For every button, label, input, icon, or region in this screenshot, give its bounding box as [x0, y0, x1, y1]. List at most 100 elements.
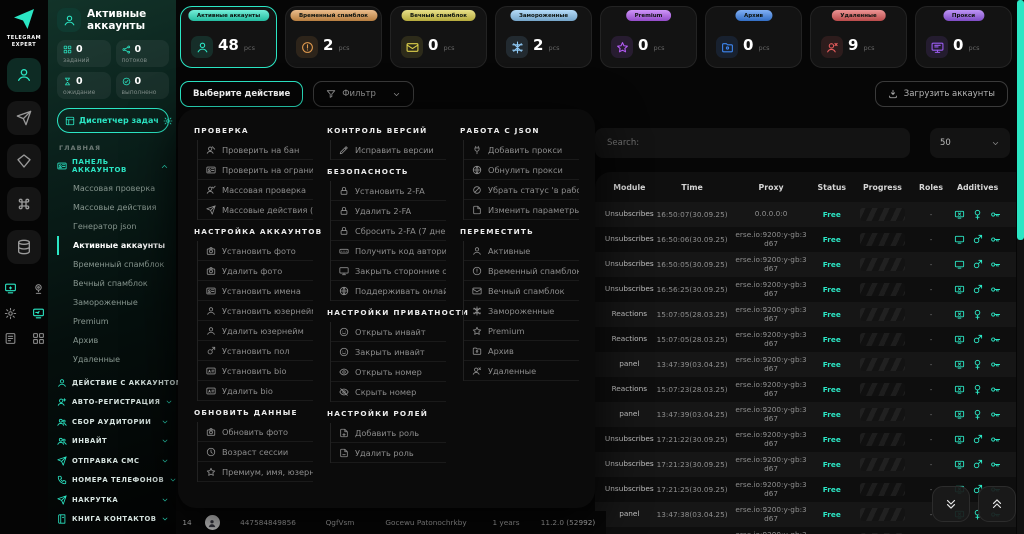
page-scrollbar[interactable]: [1017, 0, 1024, 534]
sidebar-item[interactable]: Premium: [57, 312, 169, 331]
stat-card[interactable]: Прокси0pcs: [915, 6, 1012, 68]
menu-item[interactable]: Сбросить 2-FA (7 дней): [331, 221, 446, 241]
note-icon[interactable]: [1, 332, 19, 345]
menu-item[interactable]: Обнулить прокси: [464, 160, 579, 180]
gear-icon[interactable]: [163, 116, 173, 126]
menu-item[interactable]: Добавить прокси: [464, 140, 579, 160]
menu-item[interactable]: Архив: [464, 341, 579, 361]
table-row[interactable]: panel13:47:39(03.04.25)erse.io:9200:y-gb…: [595, 352, 1016, 377]
menu-item[interactable]: Изменить параметры: [464, 200, 579, 220]
gear-icon[interactable]: [1, 307, 19, 320]
menu-item[interactable]: Закрыть сторонние сессии: [331, 261, 446, 281]
menu-item[interactable]: Установить 2-FA: [331, 181, 446, 201]
table-row[interactable]: panel13:47:38(03.04.25)erse.io:9200:y-gb…: [595, 527, 1016, 534]
sidebar-item[interactable]: Массовые действия: [57, 198, 169, 217]
sidebar-group[interactable]: НАКРУТКА: [57, 490, 169, 510]
task-manager-button[interactable]: Диспетчер задач: [57, 108, 169, 133]
menu-item[interactable]: Установить имена: [198, 281, 313, 301]
menu-item[interactable]: Премиум, имя, юзернейм: [198, 462, 313, 482]
table-row[interactable]: Unsubscribes17:21:23(30.09.25)erse.io:92…: [595, 452, 1016, 477]
scroll-to-top-button[interactable]: [978, 486, 1016, 522]
menu-item[interactable]: Установить фото: [198, 241, 313, 261]
sidebar-group[interactable]: КНИГА КОНТАКТОВ: [57, 510, 169, 530]
stat-card[interactable]: Временный спамблок2pcs: [285, 6, 382, 68]
rail-nav-database[interactable]: [7, 230, 41, 264]
sidebar-item[interactable]: Временный спамблок: [57, 255, 169, 274]
menu-item[interactable]: Установить юзернейм: [198, 301, 313, 321]
stat-card[interactable]: Замороженные2pcs: [495, 6, 592, 68]
table-row[interactable]: Unsubscribes16:50:07(30.09.25)0.0.0.0:0F…: [595, 202, 1016, 227]
menu-item[interactable]: Поддерживать онлайн: [331, 281, 446, 301]
menu-item[interactable]: Массовая проверка: [198, 180, 313, 200]
table-row[interactable]: Unsubscribes17:21:22(30.09.25)erse.io:92…: [595, 427, 1016, 452]
sidebar-item[interactable]: Вечный спамблок: [57, 274, 169, 293]
menu-item[interactable]: Установить пол: [198, 341, 313, 361]
menu-item[interactable]: Обновить фото: [198, 422, 313, 442]
menu-item[interactable]: Удалить фото: [198, 261, 313, 281]
menu-item[interactable]: Добавить роль: [331, 423, 446, 443]
table-row[interactable]: Unsubscribes16:50:06(30.09.25)erse.io:92…: [595, 227, 1016, 252]
menu-item[interactable]: Проверить на ограничение: [198, 160, 313, 180]
sidebar-group[interactable]: ОТПРАВКА СМС: [57, 451, 169, 471]
sidebar-item[interactable]: Архив: [57, 331, 169, 350]
table-row[interactable]: Reactions15:07:05(28.03.25)erse.io:9200:…: [595, 327, 1016, 352]
rail-nav-user[interactable]: [7, 58, 41, 92]
sidebar-item[interactable]: Активные аккаунты: [57, 236, 169, 255]
sidebar-group[interactable]: ДЕЙСТВИЕ С АККАУНТОМ: [57, 373, 169, 393]
table-row[interactable]: panel13:47:39(03.04.25)erse.io:9200:y-gb…: [595, 402, 1016, 427]
menu-item[interactable]: Открыть номер: [331, 362, 446, 382]
menu-item[interactable]: Скрыть номер: [331, 382, 446, 402]
menu-item[interactable]: Удалить 2-FA: [331, 201, 446, 221]
menu-item[interactable]: Возраст сессии: [198, 442, 313, 462]
sidebar-group[interactable]: СБОР АУДИТОРИИ: [57, 412, 169, 432]
sidebar-group[interactable]: ИНВАЙТ: [57, 432, 169, 452]
filter-button[interactable]: Фильтр: [313, 81, 414, 107]
menu-item[interactable]: Premium: [464, 321, 579, 341]
menu-item[interactable]: Массовые действия (11): [198, 200, 313, 220]
sidebar-group[interactable]: НОМЕРА ТЕЛЕФОНОВ: [57, 471, 169, 491]
menu-item[interactable]: Открыть инвайт: [331, 322, 446, 342]
table-row[interactable]: Reactions15:07:05(28.03.25)erse.io:9200:…: [595, 302, 1016, 327]
table-row[interactable]: Unsubscribes16:50:05(30.09.25)erse.io:92…: [595, 252, 1016, 277]
menu-item[interactable]: Установить bio: [198, 361, 313, 381]
pc-icon[interactable]: [1, 282, 19, 295]
menu-item[interactable]: Активные: [464, 241, 579, 261]
page-size-select[interactable]: 50: [930, 128, 1010, 158]
stat-card[interactable]: Удаленные9pcs: [810, 6, 907, 68]
menu-item[interactable]: Убрать статус 'в работе': [464, 180, 579, 200]
stat-card[interactable]: Вечный спамблок0pcs: [390, 6, 487, 68]
stat-card[interactable]: Архив0pcs: [705, 6, 802, 68]
account-row-peek[interactable]: 14 447584849856 QgfVsm Gocewu Patonochrk…: [176, 511, 606, 534]
menu-item[interactable]: Удаленные: [464, 361, 579, 381]
sidebar-item[interactable]: Генератор json: [57, 217, 169, 236]
monitor-sn-icon[interactable]: [29, 307, 47, 320]
scrollbar-thumb[interactable]: [1017, 0, 1024, 240]
scroll-to-bottom-button[interactable]: [932, 486, 970, 522]
webcam-icon[interactable]: [29, 282, 47, 295]
grid-icon[interactable]: [29, 332, 47, 345]
menu-item[interactable]: Временный спамблок: [464, 261, 579, 281]
upload-accounts-button[interactable]: Загрузить аккаунты: [875, 81, 1008, 107]
rail-nav-send[interactable]: [7, 101, 41, 135]
sidebar-item[interactable]: Массовая проверка: [57, 179, 169, 198]
table-row[interactable]: Unsubscribes16:56:25(30.09.25)erse.io:92…: [595, 277, 1016, 302]
menu-item[interactable]: Исправить версии: [331, 140, 446, 160]
menu-item[interactable]: Удалить роль: [331, 443, 446, 463]
sidebar-item[interactable]: Замороженные: [57, 293, 169, 312]
menu-item[interactable]: Замороженные: [464, 301, 579, 321]
menu-item[interactable]: Получить код авторизации: [331, 241, 446, 261]
search-input[interactable]: [595, 128, 910, 158]
sidebar-group[interactable]: АВТО-РЕГИСТРАЦИЯ: [57, 393, 169, 413]
stat-card[interactable]: Premium0pcs: [600, 6, 697, 68]
sidebar-group-panel-accounts[interactable]: ПАНЕЛЬ АККАУНТОВ: [57, 158, 169, 174]
menu-item[interactable]: Удалить юзернейм: [198, 321, 313, 341]
choose-action-button[interactable]: Выберите действие: [180, 81, 303, 107]
menu-item[interactable]: Проверить на бан: [198, 140, 313, 160]
sidebar-item[interactable]: Удаленные: [57, 350, 169, 369]
rail-nav-command[interactable]: [7, 187, 41, 221]
table-row[interactable]: Reactions15:07:23(28.03.25)erse.io:9200:…: [595, 377, 1016, 402]
menu-item[interactable]: Закрыть инвайт: [331, 342, 446, 362]
stat-card[interactable]: Активные аккаунты48pcs: [180, 6, 277, 68]
menu-item[interactable]: Удалить bio: [198, 381, 313, 401]
rail-nav-diamond[interactable]: [7, 144, 41, 178]
